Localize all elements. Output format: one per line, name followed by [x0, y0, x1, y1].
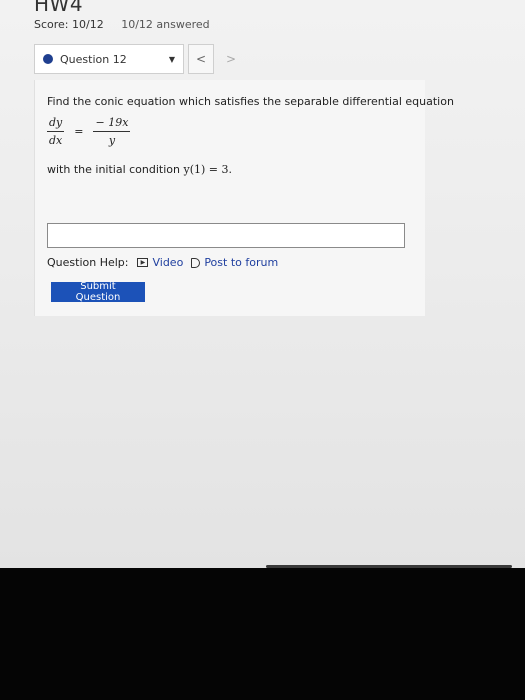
question-help-label: Question Help: — [47, 256, 129, 269]
question-help: Question Help: ▶ Video Post to forum — [47, 256, 286, 269]
condition-prefix: with the initial condition — [47, 163, 184, 176]
question-prompt: Find the conic equation which satisfies … — [47, 95, 454, 108]
submit-question-button[interactable]: Submit Question — [51, 281, 145, 303]
assignment-title: HW4 — [34, 0, 84, 16]
rhs-fraction: − 19x y — [93, 116, 131, 147]
lhs-fraction: dy dx — [47, 116, 65, 147]
forum-icon — [191, 257, 201, 268]
post-to-forum-link[interactable]: Post to forum — [191, 256, 278, 269]
question-navigation: Question 12 ▼ < > — [34, 43, 246, 75]
initial-condition: with the initial condition y(1) = 3. — [47, 163, 232, 176]
answer-input[interactable] — [47, 223, 405, 248]
browser-viewport: HW4 Score: 10/12 10/12 answered Question… — [0, 0, 525, 568]
lhs-numerator: dy — [47, 116, 65, 132]
question-select[interactable]: Question 12 ▼ — [34, 44, 184, 74]
previous-question-button[interactable]: < — [188, 44, 214, 74]
equals-sign: = — [74, 125, 84, 138]
monitor-bezel — [0, 568, 525, 700]
differential-equation: dy dx = − 19x y — [47, 116, 131, 147]
lhs-denominator: dx — [49, 134, 63, 147]
rhs-denominator: y — [108, 134, 116, 147]
condition-math: y(1) = 3. — [183, 163, 233, 176]
chevron-down-icon: ▼ — [168, 54, 175, 64]
video-icon: ▶ — [137, 258, 149, 267]
score-text: Score: 10/12 — [34, 18, 104, 31]
answered-count: 10/12 answered — [121, 18, 210, 31]
question-select-label: Question 12 — [60, 52, 127, 66]
status-dot-icon — [43, 54, 53, 64]
video-link-label: Video — [152, 256, 184, 269]
video-link[interactable]: ▶ Video — [137, 256, 183, 269]
forum-link-label: Post to forum — [204, 256, 279, 269]
next-question-button[interactable]: > — [218, 44, 244, 74]
rhs-numerator: − 19x — [93, 116, 131, 132]
score-line: Score: 10/12 10/12 answered — [34, 18, 210, 31]
